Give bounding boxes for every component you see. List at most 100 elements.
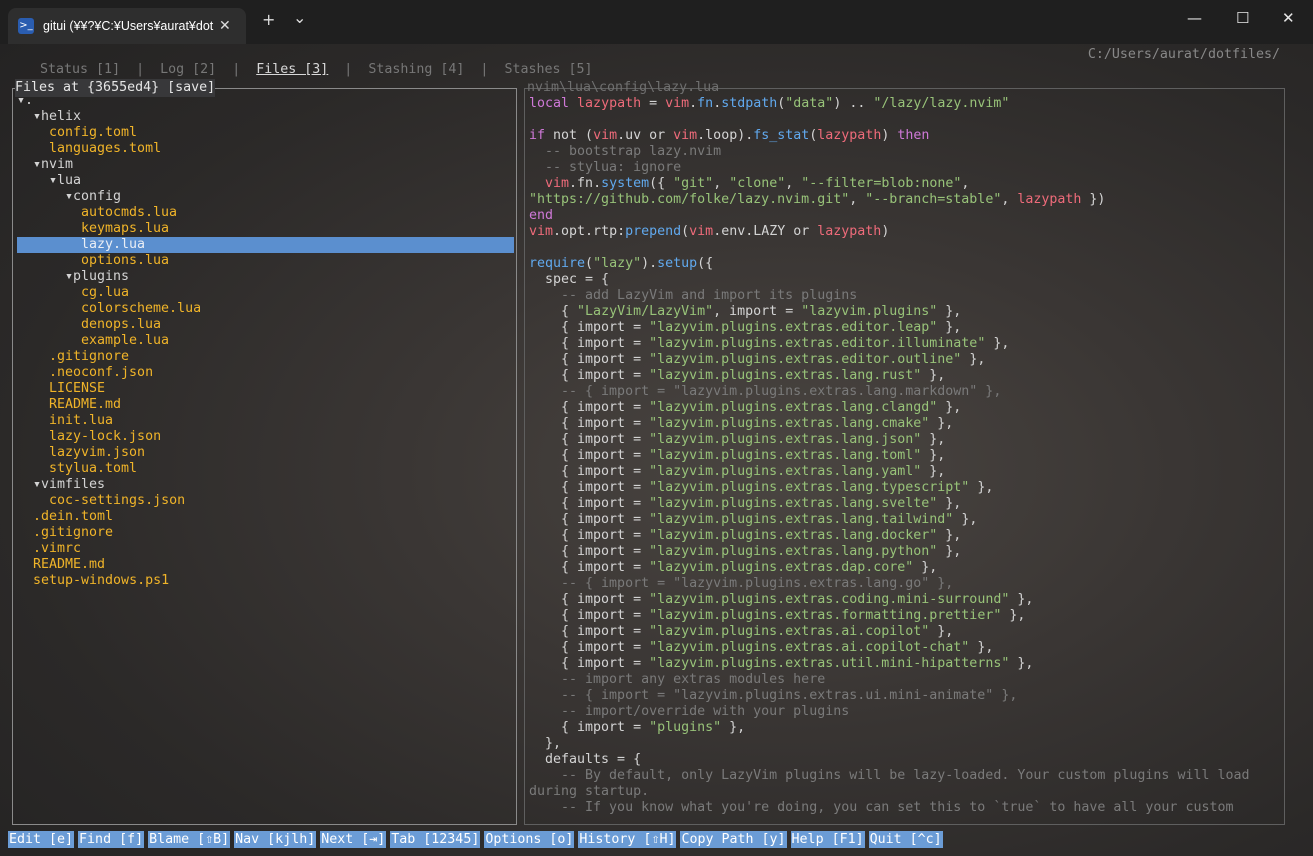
code-line: { import = "lazyvim.plugins.extras.lang.… [529, 544, 1281, 560]
code-token: vim [529, 224, 554, 239]
tab-stashes[interactable]: Stashes [5] [504, 62, 592, 77]
tree-folder[interactable]: ▾lua [17, 173, 514, 189]
code-line: { import = "lazyvim.plugins.extras.lang.… [529, 368, 1281, 384]
tree-file[interactable]: .dein.toml [17, 509, 514, 525]
code-token: { import = [529, 656, 650, 671]
tab-files[interactable]: Files [3] [256, 62, 328, 77]
code-line: during startup. [529, 784, 1281, 800]
tree-file[interactable]: autocmds.lua [17, 205, 514, 221]
tree-file[interactable]: config.toml [17, 125, 514, 141]
code-line: { import = "lazyvim.plugins.extras.forma… [529, 608, 1281, 624]
code-token: }, [1009, 656, 1034, 671]
command-options-button[interactable]: Options [o] [484, 831, 575, 848]
code-token: }, [937, 400, 962, 415]
tree-folder[interactable]: ▾. [17, 93, 514, 109]
code-token: }, [1001, 608, 1026, 623]
command-tab-button[interactable]: Tab [12345] [390, 831, 481, 848]
code-token: fs_stat [753, 128, 810, 143]
code-token: "lazyvim.plugins.extras.lang.python" [649, 544, 938, 559]
code-token: "lazy" [593, 256, 642, 271]
tree-file[interactable]: .gitignore [17, 349, 514, 365]
tree-file[interactable]: languages.toml [17, 141, 514, 157]
new-tab-button[interactable]: + [262, 10, 275, 29]
preview-panel-title: nvim\lua\config\lazy.lua [527, 80, 720, 95]
code-token: local [529, 96, 578, 111]
tree-file[interactable]: README.md [17, 397, 514, 413]
code-token: "lazyvim.plugins.extras.lang.tailwind" [649, 512, 954, 527]
tree-folder[interactable]: ▾vimfiles [17, 477, 514, 493]
code-token: "lazyvim.plugins.extras.lang.cmake" [649, 416, 930, 431]
minimize-button[interactable]: — [1187, 9, 1202, 27]
code-line: -- bootstrap lazy.nvim [529, 144, 1281, 160]
terminal-tab[interactable]: >_ gitui (¥¥?¥C:¥Users¥aurat¥dot ✕ [8, 8, 246, 44]
tree-file[interactable]: keymaps.lua [17, 221, 514, 237]
command-quit-button[interactable]: Quit [^c] [868, 831, 943, 848]
tree-file[interactable]: lazyvim.json [17, 445, 514, 461]
code-line: { import = "lazyvim.plugins.extras.lang.… [529, 464, 1281, 480]
code-token: { import = [529, 560, 650, 575]
tree-item-label: .gitignore [49, 349, 130, 364]
tree-file[interactable]: coc-settings.json [17, 493, 514, 509]
code-line: { "LazyVim/LazyVim", import = "lazyvim.p… [529, 304, 1281, 320]
command-nav-button[interactable]: Nav [kjlh] [234, 831, 317, 848]
code-token: { import = [529, 544, 650, 559]
code-token: ( [585, 256, 594, 271]
tree-item-label: ▾helix [33, 109, 82, 124]
code-token: "data" [785, 96, 834, 111]
tree-folder[interactable]: ▾nvim [17, 157, 514, 173]
code-line: { import = "lazyvim.plugins.extras.codin… [529, 592, 1281, 608]
tree-file[interactable]: setup-windows.ps1 [17, 573, 514, 589]
code-token: lazypath [817, 224, 882, 239]
command-next-button[interactable]: Next [⇥] [320, 831, 387, 848]
code-token: }, [721, 720, 746, 735]
tree-folder[interactable]: ▾helix [17, 109, 514, 125]
tree-folder[interactable]: ▾plugins [17, 269, 514, 285]
command-blame-button[interactable]: Blame [⇧B] [148, 831, 231, 848]
tab-dropdown-button[interactable]: ⌄ [293, 8, 306, 27]
tree-file[interactable]: .gitignore [17, 525, 514, 541]
tree-file[interactable]: example.lua [17, 333, 514, 349]
tree-file[interactable]: init.lua [17, 413, 514, 429]
tree-file[interactable]: lazy-lock.json [17, 429, 514, 445]
command-copy-button[interactable]: Copy Path [y] [680, 831, 787, 848]
tree-file[interactable]: cg.lua [17, 285, 514, 301]
code-token: , [849, 192, 866, 207]
file-preview-panel: nvim\lua\config\lazy.lua local lazypath … [524, 80, 1285, 825]
tab-close-icon[interactable]: ✕ [219, 18, 231, 34]
tab-stashing[interactable]: Stashing [4] [368, 62, 464, 77]
code-token: -- bootstrap lazy.nvim [529, 144, 722, 159]
code-token: }, [937, 320, 962, 335]
code-token: "lazyvim.plugins.extras.ai.copilot" [649, 624, 930, 639]
code-token: "lazyvim.plugins.extras.lang.docker" [649, 528, 938, 543]
tree-file[interactable]: LICENSE [17, 381, 514, 397]
tab-log[interactable]: Log [2] [160, 62, 216, 77]
code-token: end [529, 208, 554, 223]
code-line: spec = { [529, 272, 1281, 288]
maximize-button[interactable]: ☐ [1236, 9, 1249, 27]
command-find-button[interactable]: Find [f] [78, 831, 145, 848]
tab-separator: | [136, 62, 145, 77]
close-window-button[interactable]: ✕ [1282, 9, 1295, 27]
tree-file[interactable]: lazy.lua [17, 237, 514, 253]
tree-item-label: example.lua [81, 333, 170, 348]
code-line: { import = "lazyvim.plugins.extras.ai.co… [529, 640, 1281, 656]
tree-file[interactable]: options.lua [17, 253, 514, 269]
tree-file[interactable]: colorscheme.lua [17, 301, 514, 317]
tree-file[interactable]: README.md [17, 557, 514, 573]
tree-file[interactable]: .vimrc [17, 541, 514, 557]
tree-item-label: .dein.toml [33, 509, 114, 524]
command-help-button[interactable]: Help [F1] [790, 831, 865, 848]
code-token: vim [665, 96, 690, 111]
command-edit-button[interactable]: Edit [e] [8, 831, 75, 848]
tree-folder[interactable]: ▾config [17, 189, 514, 205]
tree-file[interactable]: .neoconf.json [17, 365, 514, 381]
command-history-button[interactable]: History [⇧H] [578, 831, 677, 848]
tree-file[interactable]: stylua.toml [17, 461, 514, 477]
code-token: }, [929, 416, 954, 431]
code-token: "lazyvim.plugins.extras.lang.json" [649, 432, 922, 447]
tab-status[interactable]: Status [1] [40, 62, 120, 77]
code-line: if not (vim.uv or vim.loop).fs_stat(lazy… [529, 128, 1281, 144]
tree-file[interactable]: denops.lua [17, 317, 514, 333]
code-token: ) [881, 224, 890, 239]
